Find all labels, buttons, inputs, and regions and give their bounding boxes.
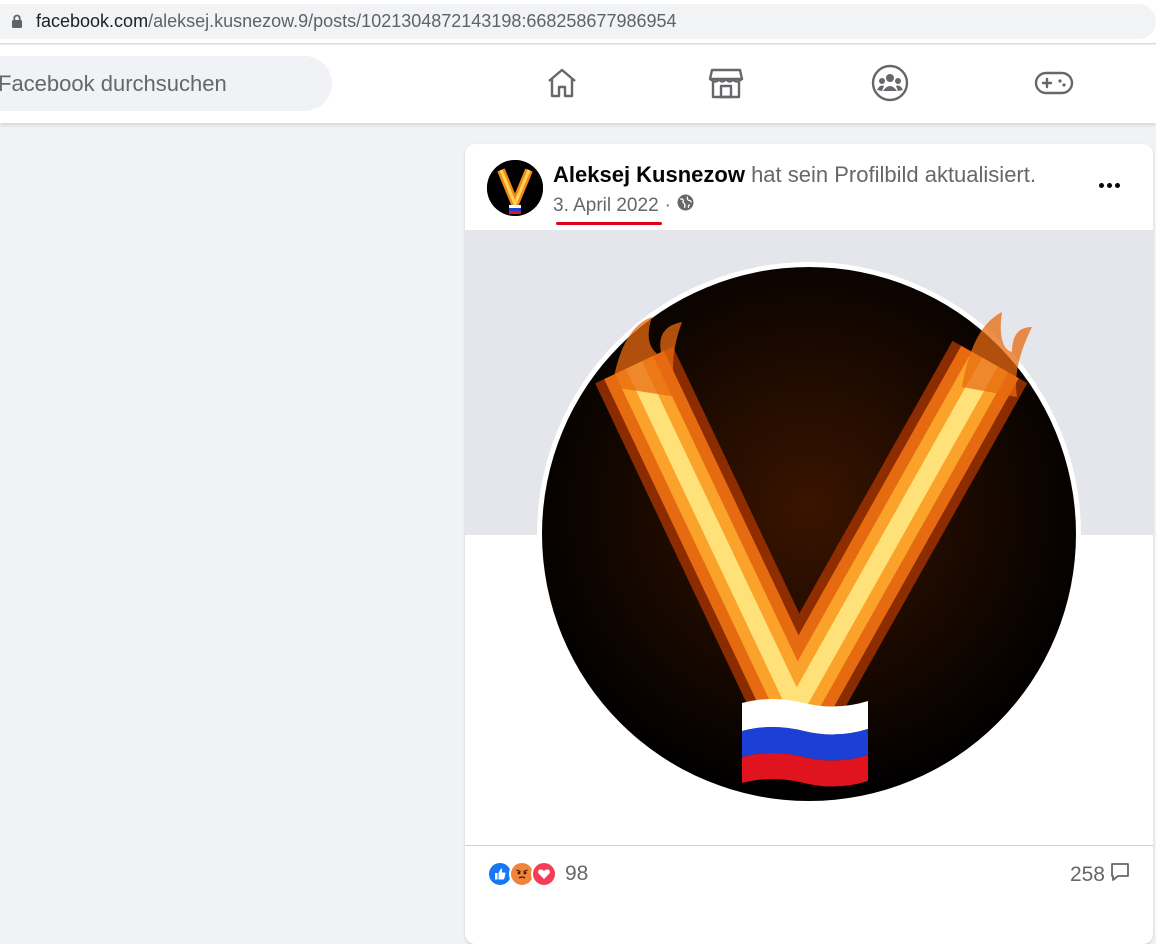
url-text: facebook.com/aleksej.kusnezow.9/posts/10…: [36, 11, 677, 32]
dot-icon: [1106, 182, 1112, 188]
url-path: /aleksej.kusnezow.9/posts/10213048721431…: [148, 11, 677, 31]
facebook-top-bar: Facebook durchsuchen: [0, 45, 1156, 123]
author-name[interactable]: Aleksej Kusnezow: [553, 162, 745, 187]
lock-icon: [10, 12, 24, 32]
avatar[interactable]: [487, 160, 543, 216]
more-options-button[interactable]: [1091, 172, 1127, 198]
comments-count-button[interactable]: 258: [1070, 861, 1131, 889]
profile-picture[interactable]: [537, 262, 1081, 806]
love-icon: [531, 861, 557, 887]
post-action: hat sein Profilbild aktualisiert.: [744, 162, 1036, 187]
dot-icon: [1098, 182, 1104, 188]
marketplace-icon[interactable]: [706, 63, 746, 103]
post-card: Aleksej Kusnezow hat sein Profilbild akt…: [465, 144, 1153, 944]
post-headline: Aleksej Kusnezow hat sein Profilbild akt…: [553, 162, 1036, 188]
post-meta: 3. April 2022 ·: [553, 194, 694, 217]
meta-separator: ·: [664, 194, 671, 216]
card-divider: [465, 845, 1153, 846]
gaming-icon[interactable]: [1034, 63, 1074, 103]
groups-icon[interactable]: [870, 63, 910, 103]
dot-icon: [1114, 182, 1120, 188]
comments-count: 258: [1069, 863, 1105, 886]
russian-flag-image: [742, 699, 868, 787]
browser-address-bar: facebook.com/aleksej.kusnezow.9/posts/10…: [0, 0, 1156, 44]
date-highlight-underline: [556, 222, 662, 225]
search-placeholder: Facebook durchsuchen: [0, 70, 227, 96]
url-field[interactable]: facebook.com/aleksej.kusnezow.9/posts/10…: [0, 4, 1156, 39]
search-input[interactable]: Facebook durchsuchen: [0, 56, 332, 111]
comment-icon: [1105, 861, 1131, 889]
reactions-summary[interactable]: 98: [487, 861, 588, 887]
url-domain: facebook.com: [36, 11, 149, 31]
reactions-count: 98: [565, 862, 589, 885]
post-date[interactable]: 3. April 2022: [553, 195, 659, 217]
home-icon[interactable]: [542, 63, 582, 103]
globe-icon: [677, 194, 694, 217]
